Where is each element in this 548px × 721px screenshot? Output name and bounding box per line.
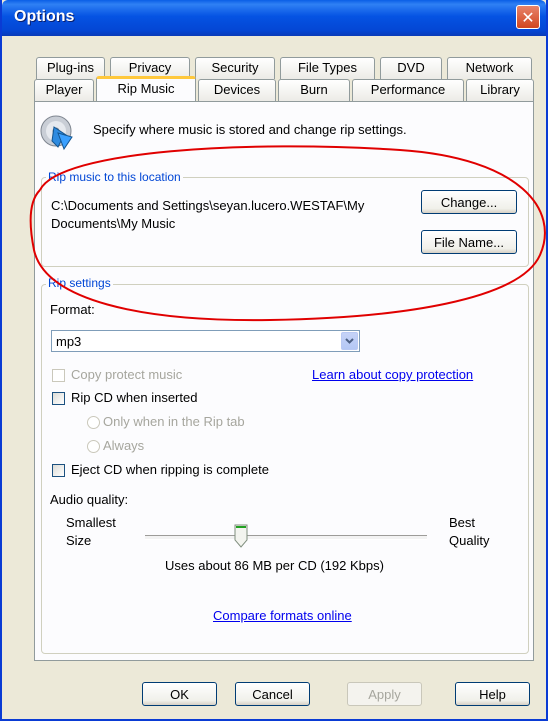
help-button-label: Help (479, 686, 506, 702)
tab-label: Player (45, 82, 83, 97)
change-button[interactable]: Change... (421, 190, 517, 214)
tab-performance[interactable]: Performance (352, 79, 464, 101)
tab-file-types[interactable]: File Types (280, 57, 375, 79)
cd-rip-icon (40, 115, 73, 151)
tab-label: Security (211, 60, 259, 75)
tab-rip-music[interactable]: Rip Music (96, 76, 196, 101)
close-button[interactable]: ✕ (516, 5, 540, 29)
tab-burn[interactable]: Burn (278, 79, 350, 101)
apply-button[interactable]: Apply (347, 682, 422, 706)
best-quality-label-line1: Best (449, 515, 476, 530)
usage-text: Uses about 86 MB per CD (192 Kbps) (165, 558, 384, 573)
tab-label: Burn (300, 82, 328, 97)
tab-label: Network (465, 60, 514, 75)
tab-label: Performance (370, 82, 446, 97)
always-radio[interactable] (87, 440, 100, 453)
format-label: Format: (50, 302, 95, 317)
file-name-button-label: File Name... (433, 234, 505, 250)
tab-label: Plug-ins (47, 60, 94, 75)
audio-quality-slider-thumb[interactable] (234, 524, 248, 548)
tab-label: Privacy (128, 60, 172, 75)
window-title: Options (14, 8, 75, 25)
dropdown-button[interactable] (341, 332, 358, 350)
chevron-down-icon (345, 338, 354, 344)
smallest-size-label-line1: Smallest (66, 515, 116, 530)
cancel-button-label: Cancel (252, 686, 293, 702)
tab-security[interactable]: Security (195, 57, 275, 79)
copy-protect-checkbox[interactable] (52, 369, 65, 382)
tab-devices[interactable]: Devices (198, 79, 276, 101)
format-value: mp3 (56, 334, 82, 349)
audio-quality-slider-track[interactable] (145, 535, 427, 540)
help-button[interactable]: Help (455, 682, 530, 706)
options-dialog: Options ✕ Plug-ins Privacy Security File… (0, 0, 548, 721)
only-rip-tab-label: Only when in the Rip tab (103, 414, 245, 429)
rip-settings-legend: Rip settings (46, 276, 113, 290)
copy-protect-label: Copy protect music (71, 367, 183, 382)
eject-cd-label: Eject CD when ripping is complete (71, 462, 269, 477)
rip-location-legend: Rip music to this location (46, 170, 183, 184)
rip-cd-inserted-label: Rip CD when inserted (71, 390, 198, 405)
tab-player[interactable]: Player (34, 79, 94, 101)
always-label: Always (103, 438, 145, 453)
tab-label: Library (480, 82, 520, 97)
change-button-label: Change... (440, 194, 498, 210)
close-icon: ✕ (521, 7, 535, 27)
tab-label: Devices (213, 82, 261, 97)
smallest-size-label-line2: Size (66, 533, 92, 548)
rip-path-line1: C:\Documents and Settings\seyan.lucero.W… (51, 198, 365, 213)
format-select[interactable]: mp3 (51, 330, 360, 352)
learn-copy-protection-link[interactable]: Learn about copy protection (312, 367, 473, 382)
apply-button-label: Apply (368, 686, 401, 702)
tab-label: DVD (397, 60, 425, 75)
cancel-button[interactable]: Cancel (235, 682, 310, 706)
best-quality-label-line2: Quality (449, 533, 490, 548)
tab-library[interactable]: Library (466, 79, 534, 101)
ok-button-label: OK (170, 686, 189, 702)
compare-formats-link[interactable]: Compare formats online (213, 608, 352, 623)
ok-button[interactable]: OK (142, 682, 217, 706)
rip-path-line2: Documents\My Music (51, 216, 176, 231)
tab-label: File Types (297, 60, 357, 75)
tab-label: Rip Music (117, 81, 175, 96)
tab-dvd[interactable]: DVD (380, 57, 442, 79)
only-rip-tab-radio[interactable] (87, 416, 100, 429)
tab-network[interactable]: Network (447, 57, 532, 79)
panel-description: Specify where music is stored and change… (93, 122, 407, 137)
tab-plug-ins[interactable]: Plug-ins (36, 57, 105, 79)
eject-cd-checkbox[interactable] (52, 464, 65, 477)
rip-cd-inserted-checkbox[interactable] (52, 392, 65, 405)
audio-quality-label: Audio quality: (50, 492, 129, 507)
title-bar[interactable]: Options ✕ (2, 0, 546, 36)
file-name-button[interactable]: File Name... (421, 230, 517, 254)
